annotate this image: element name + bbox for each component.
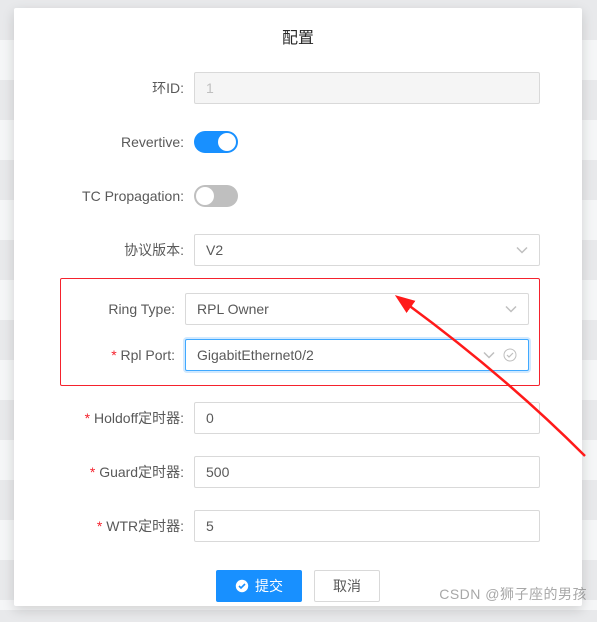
row-holdoff: Holdoff定时器: 0 — [14, 402, 540, 434]
value-ring-type: RPL Owner — [197, 301, 269, 317]
row-guard: Guard定时器: 500 — [14, 456, 540, 488]
input-ring-id: 1 — [194, 72, 540, 104]
label-proto-version: 协议版本: — [14, 240, 194, 260]
label-ring-id: 环ID: — [14, 78, 194, 98]
chevron-down-icon — [516, 244, 528, 256]
value-ring-id: 1 — [206, 80, 214, 96]
cancel-label: 取消 — [333, 576, 361, 596]
config-form: 环ID: 1 Revertive: TC Propagation: 协议版本: — [14, 62, 582, 542]
label-guard: Guard定时器: — [14, 462, 194, 482]
value-guard: 500 — [206, 464, 229, 480]
submit-label: 提交 — [255, 576, 283, 596]
label-holdoff: Holdoff定时器: — [14, 408, 194, 428]
highlight-box: Ring Type: RPL Owner Rpl Port: GigabitEt… — [60, 278, 540, 386]
row-wtr: WTR定时器: 5 — [14, 510, 540, 542]
label-ring-type: Ring Type: — [61, 301, 185, 317]
chevron-down-icon — [483, 349, 495, 361]
row-tc-propagation: TC Propagation: — [14, 180, 540, 212]
select-proto-version[interactable]: V2 — [194, 234, 540, 266]
watermark: CSDN @狮子座的男孩 — [439, 584, 587, 604]
row-revertive: Revertive: — [14, 126, 540, 158]
row-proto-version: 协议版本: V2 — [14, 234, 540, 266]
row-ring-id: 环ID: 1 — [14, 72, 540, 104]
value-wtr: 5 — [206, 518, 214, 534]
switch-revertive[interactable] — [194, 131, 238, 153]
label-rpl-port: Rpl Port: — [61, 347, 185, 363]
chevron-down-icon — [505, 303, 517, 315]
modal-title: 配置 — [14, 8, 582, 62]
select-rpl-port[interactable]: GigabitEthernet0/2 — [185, 339, 529, 371]
row-ring-type: Ring Type: RPL Owner — [61, 293, 529, 325]
config-modal: 配置 环ID: 1 Revertive: TC Propagation: 协议版… — [14, 8, 582, 606]
select-ring-type[interactable]: RPL Owner — [185, 293, 529, 325]
cancel-button[interactable]: 取消 — [314, 570, 380, 602]
check-circle-icon — [235, 579, 249, 593]
switch-tc-propagation[interactable] — [194, 185, 238, 207]
input-holdoff[interactable]: 0 — [194, 402, 540, 434]
label-wtr: WTR定时器: — [14, 516, 194, 536]
row-rpl-port: Rpl Port: GigabitEthernet0/2 — [61, 339, 529, 371]
value-holdoff: 0 — [206, 410, 214, 426]
value-proto-version: V2 — [206, 242, 223, 258]
label-revertive: Revertive: — [14, 134, 194, 150]
value-rpl-port: GigabitEthernet0/2 — [197, 347, 314, 363]
check-circle-icon — [503, 348, 517, 362]
input-guard[interactable]: 500 — [194, 456, 540, 488]
submit-button[interactable]: 提交 — [216, 570, 302, 602]
input-wtr[interactable]: 5 — [194, 510, 540, 542]
label-tc-propagation: TC Propagation: — [14, 188, 194, 204]
